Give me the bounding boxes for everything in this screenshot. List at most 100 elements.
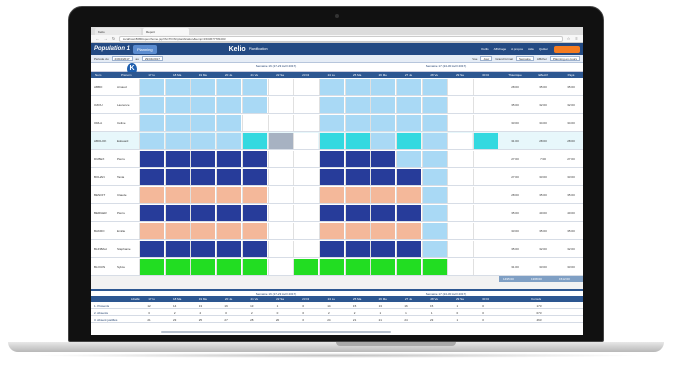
planning-cell[interactable]	[344, 97, 370, 113]
day-header[interactable]: 25 Ma	[345, 73, 370, 77]
planning-cell[interactable]	[241, 259, 267, 275]
planning-cell[interactable]	[267, 79, 293, 95]
planning-cell[interactable]	[370, 169, 396, 185]
reload-icon[interactable]: ↻	[111, 36, 116, 41]
planning-cell[interactable]	[370, 241, 396, 257]
planning-cell[interactable]	[447, 79, 473, 95]
planning-cell[interactable]	[318, 187, 344, 203]
planning-cell[interactable]	[421, 223, 447, 239]
menu-item-apropos[interactable]: A propos	[511, 47, 523, 51]
url-field[interactable]: localhost:8080/open/home.jsp?ACTION=plan…	[119, 35, 563, 42]
date-from-field[interactable]: 23/04/2017	[111, 56, 133, 61]
planning-cell[interactable]	[241, 97, 267, 113]
planning-cell[interactable]	[370, 259, 396, 275]
day-header[interactable]: 17 lu	[139, 73, 164, 77]
planning-cell[interactable]	[421, 187, 447, 203]
day-header[interactable]: 24 Lu	[319, 73, 344, 77]
view-select[interactable]: Jour	[480, 56, 493, 61]
planning-cell[interactable]	[216, 151, 242, 167]
logout-button[interactable]	[554, 45, 580, 53]
planning-cell[interactable]	[370, 115, 396, 131]
planning-cell[interactable]	[318, 223, 344, 239]
planning-cell[interactable]	[421, 97, 447, 113]
forward-icon[interactable]: →	[103, 36, 108, 41]
planning-cell[interactable]	[293, 169, 319, 185]
planning-cell[interactable]	[473, 187, 499, 203]
planning-cell[interactable]	[216, 187, 242, 203]
planning-cell[interactable]	[216, 241, 242, 257]
planning-cell[interactable]	[421, 259, 447, 275]
planning-cell[interactable]	[241, 169, 267, 185]
planning-cell[interactable]	[267, 151, 293, 167]
table-row[interactable]: BERGER Pierre 35:00 40:00 40:00	[91, 204, 583, 222]
planning-cell[interactable]	[190, 133, 216, 149]
day-header[interactable]: 28 Ve	[422, 73, 447, 77]
planning-cell[interactable]	[241, 187, 267, 203]
planning-button[interactable]: Planning	[133, 44, 157, 54]
planning-cell[interactable]	[164, 97, 190, 113]
planning-cell[interactable]	[293, 115, 319, 131]
planning-cell[interactable]	[396, 205, 421, 221]
table-row[interactable]: DUBEX Pierre 27:00 7:00 27:00	[91, 150, 583, 168]
planning-cell[interactable]	[293, 187, 319, 203]
planning-cell[interactable]	[139, 79, 164, 95]
planning-cell[interactable]	[190, 151, 216, 167]
planning-cell[interactable]	[164, 169, 190, 185]
planning-cell[interactable]	[190, 187, 216, 203]
planning-cell[interactable]	[293, 97, 319, 113]
planning-cell[interactable]	[139, 223, 164, 239]
day-header[interactable]: 18 Ma	[165, 73, 190, 77]
planning-cell[interactable]	[473, 205, 499, 221]
planning-cell[interactable]	[164, 133, 190, 149]
planning-cell[interactable]	[190, 223, 216, 239]
planning-cell[interactable]	[447, 97, 473, 113]
planning-cell[interactable]	[293, 241, 319, 257]
planning-cell[interactable]	[473, 97, 499, 113]
planning-cell[interactable]	[293, 205, 319, 221]
planning-cell[interactable]	[216, 133, 242, 149]
day-header[interactable]: 26 Me	[370, 73, 395, 77]
planning-cell[interactable]	[344, 133, 370, 149]
planning-cell[interactable]	[267, 187, 293, 203]
planning-cell[interactable]	[216, 79, 242, 95]
planning-cell[interactable]	[344, 115, 370, 131]
planning-cell[interactable]	[267, 241, 293, 257]
planning-cell[interactable]	[216, 115, 242, 131]
planning-cell[interactable]	[216, 169, 242, 185]
planning-cell[interactable]	[318, 133, 344, 149]
menu-icon[interactable]: ≡	[574, 36, 579, 41]
display-select[interactable]: Planning en cours	[549, 56, 580, 61]
planning-cell[interactable]	[473, 133, 499, 149]
planning-cell[interactable]	[164, 223, 190, 239]
planning-cell[interactable]	[164, 259, 190, 275]
planning-cell[interactable]	[139, 205, 164, 221]
menu-item-quitter[interactable]: Quitter	[539, 47, 548, 51]
planning-cell[interactable]	[421, 133, 447, 149]
planning-cell[interactable]	[139, 151, 164, 167]
planning-cell[interactable]	[344, 151, 370, 167]
planning-cell[interactable]	[396, 241, 421, 257]
browser-tab-kelio[interactable]: Kelio	[95, 28, 141, 35]
planning-cell[interactable]	[473, 169, 499, 185]
planning-cell[interactable]	[447, 187, 473, 203]
planning-cell[interactable]	[267, 133, 293, 149]
planning-cell[interactable]	[139, 169, 164, 185]
menu-item-aide[interactable]: Aide	[528, 47, 534, 51]
planning-cell[interactable]	[216, 205, 242, 221]
planning-cell[interactable]	[370, 151, 396, 167]
planning-cell[interactable]	[344, 79, 370, 95]
planning-cell[interactable]	[473, 259, 499, 275]
day-header[interactable]: 22 Sa	[268, 73, 293, 77]
planning-cell[interactable]	[473, 151, 499, 167]
planning-cell[interactable]	[139, 133, 164, 149]
planning-cell[interactable]	[344, 205, 370, 221]
planning-cell[interactable]	[293, 259, 319, 275]
planning-cell[interactable]	[241, 205, 267, 221]
day-header[interactable]: 30 Di	[473, 73, 498, 77]
planning-cell[interactable]	[396, 115, 421, 131]
day-header[interactable]: 19 Me	[190, 73, 215, 77]
planning-cell[interactable]	[370, 79, 396, 95]
date-to-field[interactable]: 29/04/2017	[141, 56, 163, 61]
planning-cell[interactable]	[190, 97, 216, 113]
planning-cell[interactable]	[241, 133, 267, 149]
